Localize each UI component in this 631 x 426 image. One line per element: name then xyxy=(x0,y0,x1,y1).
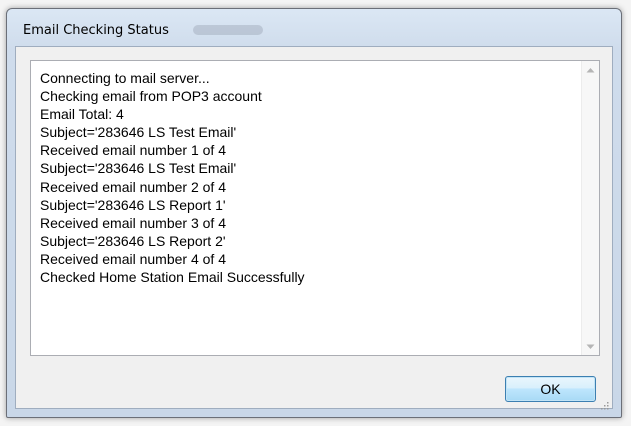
log-line: Checked Home Station Email Successfully xyxy=(40,269,305,286)
log-line: Subject='283646 LS Report 2' xyxy=(40,232,226,249)
vertical-scrollbar[interactable] xyxy=(581,61,599,355)
scroll-down-arrow-icon[interactable] xyxy=(582,338,599,355)
ok-button[interactable]: OK xyxy=(505,376,596,402)
log-line: Received email number 2 of 4 xyxy=(40,178,226,195)
log-line: Subject='283646 LS Test Email' xyxy=(40,124,237,141)
scroll-up-arrow-icon[interactable] xyxy=(582,61,599,78)
log-line: Received email number 3 of 4 xyxy=(40,214,226,231)
log-line: Checking email from POP3 account xyxy=(40,88,262,105)
email-status-dialog: Email Checking Status Connecting to mail… xyxy=(6,8,622,418)
title-bar[interactable]: Email Checking Status xyxy=(7,9,621,43)
log-line: Subject='283646 LS Report 1' xyxy=(40,196,226,213)
log-line: Email Total: 4 xyxy=(40,106,124,123)
log-line: Received email number 4 of 4 xyxy=(40,250,226,267)
dialog-client-area: Connecting to mail server... Checking em… xyxy=(15,46,613,410)
window-title: Email Checking Status xyxy=(23,23,169,38)
status-log-lines: Connecting to mail server... Checking em… xyxy=(40,69,560,286)
status-log-textbox[interactable]: Connecting to mail server... Checking em… xyxy=(30,60,600,356)
log-line: Subject='283646 LS Test Email' xyxy=(40,160,237,177)
log-line: Connecting to mail server... xyxy=(40,70,210,86)
log-line: Received email number 1 of 4 xyxy=(40,142,226,159)
title-blur-decoration xyxy=(193,25,263,35)
resize-grip-icon[interactable] xyxy=(599,395,609,410)
